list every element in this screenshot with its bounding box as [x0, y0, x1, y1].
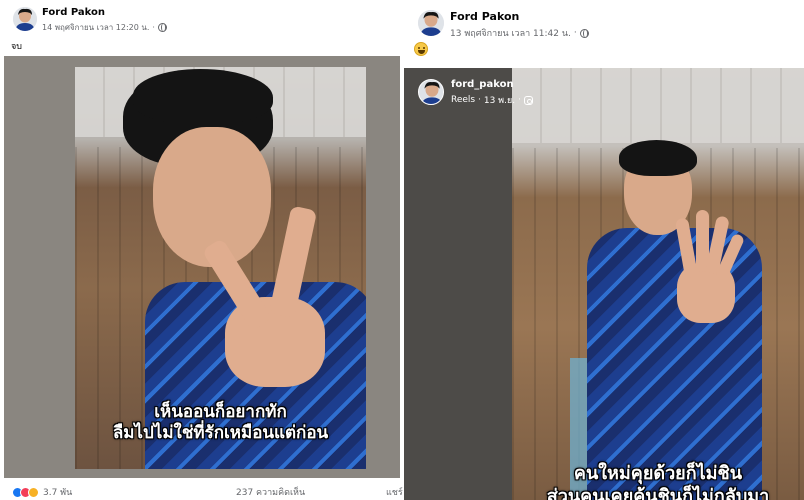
subtitle-line-1: เห็นออนก็อยากทัก — [154, 402, 287, 422]
subtitle-line-2: ส่วนคนเคยคุ้นชินก็ไม่กลับมา — [546, 485, 770, 500]
video-subtitle: เห็นออนก็อยากทัก ลืมไปไม่ใช่ที่รักเหมือน… — [75, 402, 366, 445]
author-avatar[interactable] — [418, 10, 444, 36]
post-meta: 14 พฤศจิกายน เวลา 12:20 น. · — [42, 21, 167, 34]
post-timestamp[interactable]: 13 พฤศจิกายน เวลา 11:42 น. — [450, 26, 571, 40]
reel-avatar[interactable] — [418, 79, 444, 105]
author-name[interactable]: Ford Pakon — [450, 10, 519, 23]
author-avatar[interactable] — [13, 7, 37, 31]
post-footer: 3.7 พัน 237 ความคิดเห็น แชร์ — [0, 480, 404, 500]
globe-icon — [579, 28, 589, 38]
reel-label: Reels · — [451, 95, 481, 105]
globe-icon — [157, 23, 167, 32]
post-caption: จบ — [11, 42, 22, 52]
post-right: Ford Pakon 13 พฤศจิกายน เวลา 11:42 น. · … — [404, 0, 804, 500]
share-label[interactable]: แชร์ — [386, 485, 403, 499]
post-timestamp[interactable]: 14 พฤศจิกายน เวลา 12:20 น. — [42, 21, 149, 34]
instagram-icon — [523, 95, 533, 105]
video-frame[interactable]: เห็นออนก็อยากทัก ลืมไปไม่ใช่ที่รักเหมือน… — [75, 67, 366, 469]
ceiling-background — [512, 68, 804, 143]
subtitle-line-1: คนใหม่คุยด้วยก็ไม่ชิน — [573, 463, 743, 484]
post-meta: 13 พฤศจิกายน เวลา 11:42 น. · — [450, 26, 589, 40]
reel-subtitle: คนใหม่คุยด้วยก็ไม่ชิน ส่วนคนเคยคุ้นชินก็… — [512, 463, 804, 500]
post-left: Ford Pakon 14 พฤศจิกายน เวลา 12:20 น. · … — [0, 0, 404, 500]
reel-date: 13 พ.ย. — [483, 96, 516, 106]
reel-meta: Reels · 13 พ.ย. · — [451, 93, 533, 107]
comment-count[interactable]: 237 ความคิดเห็น — [236, 485, 305, 499]
laughing-emoji-icon — [414, 42, 428, 56]
reaction-count: 3.7 พัน — [43, 488, 73, 498]
care-reaction-icon — [28, 486, 39, 498]
reel-frame[interactable]: คนใหม่คุยด้วยก็ไม่ชิน ส่วนคนเคยคุ้นชินก็… — [512, 68, 804, 500]
reel-username[interactable]: ford_pakon — [451, 79, 514, 90]
subtitle-line-2: ลืมไปไม่ใช่ที่รักเหมือนแต่ก่อน — [112, 423, 329, 444]
author-name[interactable]: Ford Pakon — [42, 7, 105, 18]
reactions-summary[interactable]: 3.7 พัน — [12, 485, 72, 499]
